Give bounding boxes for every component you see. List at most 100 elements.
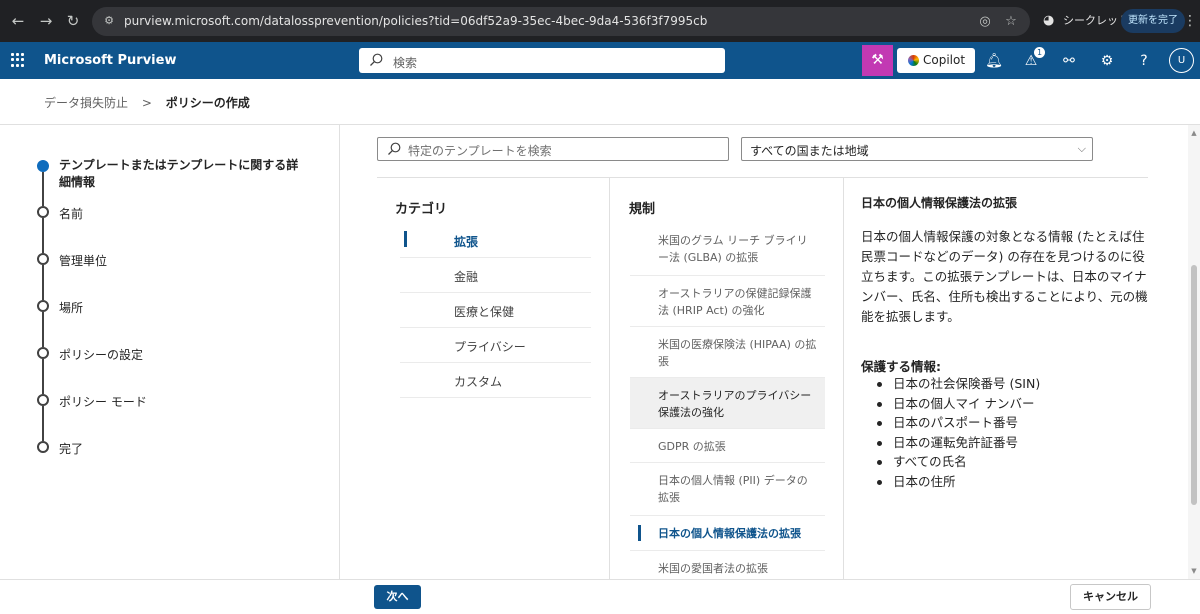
template-detail-title: 日本の個人情報保護法の拡張 <box>861 196 1018 210</box>
step-indicator-policy-settings <box>37 347 49 359</box>
gear-icon[interactable]: ⚙ <box>1097 51 1117 71</box>
step-label-admin-units[interactable]: 管理単位 <box>59 252 107 269</box>
category-item-privacy[interactable]: プライバシー <box>400 328 591 363</box>
column-divider <box>609 178 610 579</box>
panel-divider <box>339 125 340 579</box>
list-item: 日本の社会保険番号 (SIN) <box>877 374 1040 394</box>
list-item: 日本のパスポート番号 <box>877 413 1040 433</box>
step-connector <box>42 312 44 347</box>
selection-indicator <box>638 525 641 541</box>
forward-icon[interactable]: → <box>36 11 56 31</box>
regulations-title: 規制 <box>629 202 656 217</box>
app-launcher-icon[interactable] <box>11 53 25 67</box>
breadcrumb-parent[interactable]: データ損失防止 <box>44 96 128 110</box>
step-connector <box>42 265 44 300</box>
region-filter-dropdown[interactable]: すべての国または地域 ⌵ <box>741 137 1093 161</box>
wizard-footer: 次へ キャンセル <box>0 579 1200 614</box>
categories-title: カテゴリ <box>395 202 448 217</box>
update-button[interactable]: 更新を完了 <box>1121 9 1185 33</box>
regulation-label: 米国のグラム リーチ ブライリー法 (GLBA) の拡張 <box>658 234 808 264</box>
app-brand[interactable]: Microsoft Purview <box>44 53 176 68</box>
regulation-item[interactable]: 日本の個人情報 (PII) データの拡張 <box>630 463 825 516</box>
step-label-finish[interactable]: 完了 <box>59 440 83 457</box>
regulation-item-selected[interactable]: 日本の個人情報保護法の拡張 <box>630 516 825 551</box>
regulation-item[interactable]: 米国のグラム リーチ ブライリー法 (GLBA) の拡張 <box>630 223 825 276</box>
protected-info-list: 日本の社会保険番号 (SIN) 日本の個人マイ ナンバー 日本のパスポート番号 … <box>877 374 1040 491</box>
step-label-locations[interactable]: 場所 <box>59 299 83 316</box>
notification-badge: 1 <box>1034 47 1045 58</box>
template-search-placeholder: 特定のテンプレートを検索 <box>408 144 552 158</box>
step-indicator-name <box>37 206 49 218</box>
category-item-extended[interactable]: 拡張 <box>400 223 591 258</box>
divider <box>377 177 1148 178</box>
avatar[interactable]: U <box>1169 48 1194 73</box>
star-icon[interactable]: ☆ <box>1002 13 1020 31</box>
regulation-label: GDPR の拡張 <box>658 440 726 453</box>
reload-icon[interactable]: ↻ <box>63 11 83 31</box>
list-item: すべての氏名 <box>877 452 1040 472</box>
scroll-up-icon[interactable]: ▲ <box>1188 127 1200 139</box>
site-info-icon[interactable]: ⚙ <box>102 14 116 28</box>
step-label-template[interactable]: テンプレートまたはテンプレートに関する詳細情報 <box>59 157 309 191</box>
cancel-button[interactable]: キャンセル <box>1070 584 1151 610</box>
regulation-item[interactable]: 米国の愛国者法の拡張 <box>630 551 825 579</box>
bell-icon[interactable]: 🔔︎ <box>984 51 1004 71</box>
next-button[interactable]: 次へ <box>374 585 421 609</box>
scrollbar-thumb[interactable] <box>1191 265 1197 505</box>
breadcrumb-current: ポリシーの作成 <box>165 96 250 110</box>
chevron-down-icon: ⌵ <box>1077 142 1086 155</box>
step-connector <box>42 406 44 441</box>
eye-off-icon[interactable]: ◎ <box>976 13 994 31</box>
incognito-label: シークレット <box>1063 14 1129 27</box>
step-label-name[interactable]: 名前 <box>59 205 83 222</box>
regulation-label: オーストラリアのプライバシー保護法の強化 <box>658 389 812 419</box>
regulation-item[interactable]: オーストラリアの保健記録保護法 (HRIP Act) の強化 <box>630 276 825 327</box>
back-icon[interactable]: ← <box>8 11 28 31</box>
help-icon[interactable]: ? <box>1134 51 1154 71</box>
share-icon[interactable]: ⚯ <box>1059 51 1079 71</box>
step-indicator-finish <box>37 441 49 453</box>
protected-info-title: 保護する情報: <box>861 359 941 374</box>
browser-menu-icon[interactable]: ⋮ <box>1183 11 1197 31</box>
step-label-policy-settings[interactable]: ポリシーの設定 <box>59 346 143 363</box>
category-label: カスタム <box>454 375 503 389</box>
step-label-policy-mode[interactable]: ポリシー モード <box>59 393 147 410</box>
search-icon <box>370 53 383 66</box>
step-connector <box>42 218 44 253</box>
scroll-down-icon[interactable]: ▼ <box>1188 565 1200 577</box>
regulation-label: 日本の個人情報 (PII) データの拡張 <box>658 474 808 504</box>
regulation-label: 日本の個人情報保護法の拡張 <box>658 527 801 540</box>
copilot-button[interactable]: Copilot <box>897 48 975 73</box>
column-divider <box>843 178 844 579</box>
vertical-scrollbar[interactable]: ▲ ▼ <box>1188 125 1200 579</box>
list-item: 日本の個人マイ ナンバー <box>877 394 1040 414</box>
url-text: purview.microsoft.com/datalossprevention… <box>124 14 708 28</box>
copilot-label: Copilot <box>923 53 966 67</box>
step-indicator-policy-mode <box>37 394 49 406</box>
list-item: 日本の住所 <box>877 472 1040 492</box>
template-description: 日本の個人情報保護の対象となる情報 (たとえば住民票コードなどのデータ) の存在… <box>861 229 1148 324</box>
category-item-finance[interactable]: 金融 <box>400 258 591 293</box>
copilot-toggle-button[interactable]: ⚒ <box>862 45 893 76</box>
category-item-medical-health[interactable]: 医療と保健 <box>400 293 591 328</box>
address-bar[interactable]: ⚙ purview.microsoft.com/datalosspreventi… <box>92 7 1030 36</box>
category-label: 医療と保健 <box>454 305 515 319</box>
regulation-item[interactable]: オーストラリアのプライバシー保護法の強化 <box>630 378 825 429</box>
list-item: 日本の運転免許証番号 <box>877 433 1040 453</box>
incognito-icon: ◕ <box>1043 13 1055 28</box>
regulation-label: 米国の医療保険法 (HIPAA) の拡張 <box>658 338 817 368</box>
step-indicator-locations <box>37 300 49 312</box>
step-connector <box>42 172 44 206</box>
region-filter-value: すべての国または地域 <box>750 144 869 158</box>
step-indicator-template <box>37 160 49 172</box>
regulation-item[interactable]: 米国の医療保険法 (HIPAA) の拡張 <box>630 327 825 378</box>
copilot-icon <box>908 55 919 66</box>
breadcrumb-separator: > <box>141 96 152 110</box>
global-search-input[interactable]: 検索 <box>359 48 725 73</box>
template-search-input[interactable]: 特定のテンプレートを検索 <box>377 137 729 161</box>
regulation-label: 米国の愛国者法の拡張 <box>658 562 768 575</box>
category-label: 金融 <box>454 270 479 284</box>
regulation-item[interactable]: GDPR の拡張 <box>630 429 825 463</box>
category-item-custom[interactable]: カスタム <box>400 363 591 398</box>
step-connector <box>42 359 44 394</box>
